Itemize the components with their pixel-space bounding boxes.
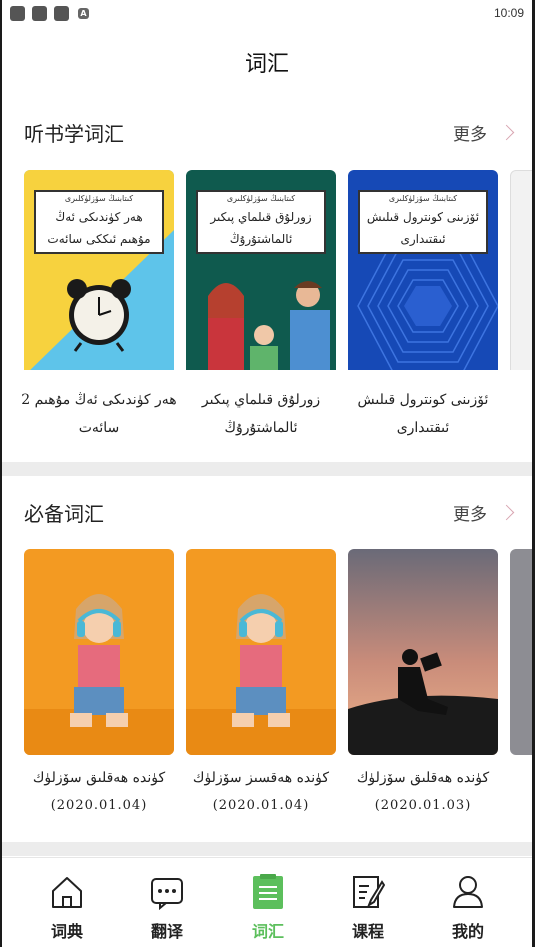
tab-dictionary[interactable]: 词典: [17, 858, 117, 947]
bottom-tab-bar: 词典 翻译 词汇 课程 我的: [2, 857, 532, 947]
tab-translate[interactable]: 翻译: [117, 858, 217, 947]
section-divider: [2, 462, 532, 476]
vocab-cover-girl: [24, 549, 174, 755]
notification-icon: [54, 6, 69, 21]
more-button[interactable]: 更多: [453, 120, 515, 145]
section-header-listen: 听书学词汇 更多: [24, 118, 515, 148]
section-title: 听书学词汇: [24, 122, 124, 146]
chevron-right-icon: [498, 124, 515, 141]
app-badge-icon: A: [78, 8, 89, 19]
more-label: 更多: [453, 505, 487, 525]
vocab-card[interactable]: [510, 549, 532, 755]
book-title-box: كىتابنىڭ سۆزلۈكلىرى زورلۇق قىلماي پىكىر …: [196, 190, 326, 254]
cover-title: ھەر كۈندىكى ئەڭ مۇھىم ئىككى سائەت: [47, 210, 151, 246]
book-label: ھەر كۈندىكى ئەڭ مۇھىم 2 سائەت: [21, 392, 177, 436]
more-label: 更多: [453, 125, 487, 145]
page-title: 词汇: [244, 52, 289, 77]
section-divider: [2, 842, 532, 856]
book-label: ئۆزىنى كونترول قىلىش ئىقتىدارى: [357, 392, 489, 436]
section-header-essential: 必备词汇 更多: [24, 498, 515, 528]
tab-label: 翻译: [150, 922, 183, 941]
vocab-card[interactable]: [348, 549, 498, 755]
cover-title: زورلۇق قىلماي پىكىر ئالماشتۇرۇڭ: [210, 210, 312, 246]
person-icon: [453, 876, 483, 908]
chat-bubble-icon: [151, 878, 183, 910]
vocab-date: (2020.01.04): [212, 798, 310, 813]
status-time: 10:09: [493, 6, 524, 20]
vocab-cover-reader: [348, 549, 498, 755]
cover-title: ئۆزىنى كونترول قىلىش ئىقتىدارى: [366, 210, 480, 246]
edit-note-icon: [353, 876, 385, 908]
cover-tag: كىتابنىڭ سۆزلۈكلىرى: [64, 194, 134, 203]
vocab-date: (2020.01.04): [50, 798, 148, 813]
book-title-box: كىتابنىڭ سۆزلۈكلىرى ئۆزىنى كونترول قىلىش…: [358, 190, 488, 254]
vocab-label: كۈندە ھەقلىق سۆزلۈك: [32, 770, 166, 786]
document-icon: [253, 874, 283, 909]
notification-icon: [32, 6, 47, 21]
vocab-cover-girl: [186, 549, 336, 755]
vocab-card[interactable]: [24, 549, 174, 755]
book-label: زورلۇق قىلماي پىكىر ئالماشتۇرۇڭ: [201, 392, 321, 436]
tab-label: 我的: [451, 922, 484, 941]
tab-label: 词汇: [251, 922, 284, 941]
book-title-box: كىتابنىڭ سۆزلۈكلىرى ھەر كۈندىكى ئەڭ مۇھى…: [34, 190, 164, 254]
house-icon: [52, 877, 82, 908]
vocab-label: كۈندە ھەقسىز سۆزلۈك: [192, 770, 330, 786]
app-screen: A 10:09 词汇 听书学词汇 更多 كىتابنىڭ سۆزلۈكلىرى …: [0, 0, 535, 947]
tab-vocabulary[interactable]: 词汇: [218, 858, 318, 947]
status-bar: A 10:09: [2, 0, 532, 28]
tab-label: 词典: [50, 922, 83, 941]
cover-tag: كىتابنىڭ سۆزلۈكلىرى: [388, 194, 458, 203]
book-card[interactable]: [510, 170, 532, 370]
notification-icon: [10, 6, 25, 21]
book-card[interactable]: كىتابنىڭ سۆزلۈكلىرى زورلۇق قىلماي پىكىر …: [186, 170, 336, 370]
tab-profile[interactable]: 我的: [418, 858, 518, 947]
more-button[interactable]: 更多: [453, 500, 515, 525]
vocab-carousel[interactable]: [24, 549, 532, 756]
vocab-date: (2020.01.03): [374, 798, 472, 813]
vocab-card[interactable]: [186, 549, 336, 755]
cover-tag: كىتابنىڭ سۆزلۈكلىرى: [226, 194, 296, 203]
book-card[interactable]: كىتابنىڭ سۆزلۈكلىرى ئۆزىنى كونترول قىلىش…: [348, 170, 498, 370]
book-card[interactable]: كىتابنىڭ سۆزلۈكلىرى ھەر كۈندىكى ئەڭ مۇھى…: [24, 170, 174, 370]
vocab-label: كۈندە ھەقلىق سۆزلۈك: [356, 770, 490, 786]
tab-courses[interactable]: 课程: [318, 858, 418, 947]
tab-label: 课程: [351, 922, 384, 941]
book-carousel[interactable]: كىتابنىڭ سۆزلۈكلىرى ھەر كۈندىكى ئەڭ مۇھى…: [24, 170, 532, 370]
chevron-right-icon: [498, 504, 515, 521]
section-title: 必备词汇: [24, 502, 104, 526]
